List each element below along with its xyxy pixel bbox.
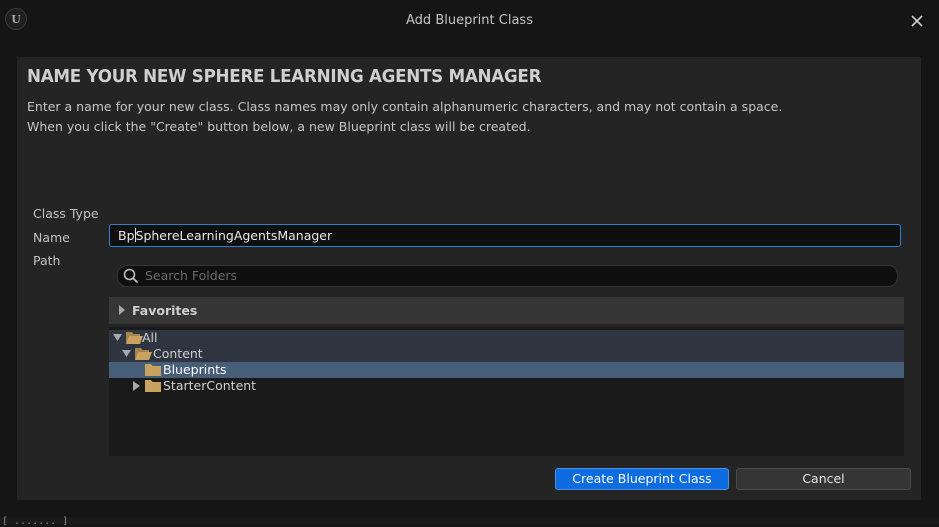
class-type-label: Class Type [33,206,99,221]
background-terminal-strip: [ ....... ] [0,516,939,527]
close-icon [911,15,923,27]
chevron-right-icon[interactable] [133,381,140,391]
tree-item-label: StarterContent [163,378,257,393]
dialog-panel: NAME YOUR NEW SPHERE LEARNING AGENTS MAN… [17,57,921,500]
name-text-before-caret: Bp [118,228,135,243]
tree-item-label: Blueprints [163,362,227,377]
cancel-button[interactable]: Cancel [736,468,911,490]
window-title: Add Blueprint Class [406,13,533,28]
create-blueprint-class-button[interactable]: Create Blueprint Class [555,468,729,490]
terminal-fragment: [ ....... ] [2,516,69,527]
tree-item-startercontent[interactable]: StarterContent [109,378,904,394]
folder-open-icon [126,332,143,344]
title-bar[interactable]: U Add Blueprint Class [0,0,939,42]
search-icon [123,268,139,284]
tree-item-label: All [142,330,158,345]
close-button[interactable] [906,10,928,32]
folder-open-icon [135,348,152,360]
path-label: Path [33,253,61,268]
folder-icon [145,364,161,376]
name-text-after-caret: SphereLearningAgentsManager [135,228,333,243]
description-line-2: When you click the "Create" button below… [27,119,531,134]
description-line-1: Enter a name for your new class. Class n… [27,99,783,114]
folder-tree: All Content Blueprints StarterContent [109,327,904,456]
name-label: Name [33,230,70,245]
tree-item-blueprints[interactable]: Blueprints [109,362,904,378]
search-placeholder: Search Folders [145,268,238,283]
search-folders-input[interactable]: Search Folders [117,265,898,287]
chevron-down-icon[interactable] [113,334,122,341]
favorites-label: Favorites [132,303,198,318]
tree-item-all[interactable]: All [109,330,904,346]
dialog-heading: NAME YOUR NEW SPHERE LEARNING AGENTS MAN… [27,66,542,87]
chevron-right-icon[interactable] [118,305,126,315]
tree-item-content[interactable]: Content [109,346,904,362]
folder-icon [145,380,161,392]
favorites-section-header[interactable]: Favorites [109,297,904,324]
chevron-down-icon[interactable] [122,350,131,357]
class-name-input[interactable]: BpSphereLearningAgentsManager [109,224,901,247]
tree-item-label: Content [153,346,203,361]
